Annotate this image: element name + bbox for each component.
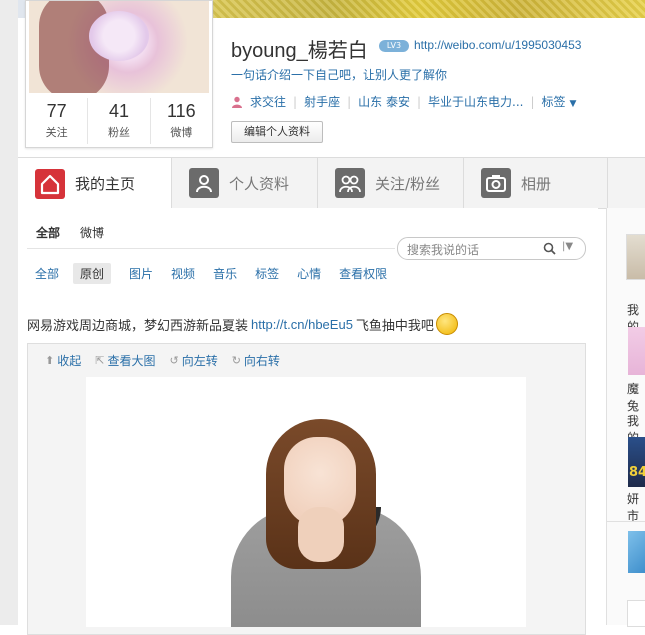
profile-tab-bar: 我的主页 个人资料 关注/粉丝 相册 [18, 157, 645, 209]
page-left-edge [0, 0, 18, 625]
rotate-left-label: 向左转 [181, 354, 218, 368]
stat-posts-count: 116 [166, 101, 196, 121]
stat-posts-label: 微博 [170, 126, 193, 139]
search-input[interactable]: 搜索我说的话 [407, 241, 479, 258]
stat-followers[interactable]: 41 粉丝 [88, 98, 151, 144]
sidebar-item-label[interactable]: 魔兔 [627, 380, 645, 414]
tab-personal-info[interactable]: 个人资料 [172, 158, 318, 208]
post-short-link[interactable]: http://t.cn/hbeEu5 [251, 317, 353, 332]
tab-follow-fans[interactable]: 关注/粉丝 [318, 158, 464, 208]
stat-following-label: 关注 [45, 126, 68, 139]
tags-dropdown[interactable]: 标签 ▼ [542, 93, 577, 110]
filter-music[interactable]: 音乐 [213, 265, 237, 282]
profile-url-link[interactable]: http://weibo.com/u/1995030453 [414, 38, 581, 52]
sidebar-divider [606, 208, 607, 625]
tab-my-homepage[interactable]: 我的主页 [18, 158, 172, 209]
info-zodiac[interactable]: 射手座 [304, 93, 340, 110]
collapse-button[interactable]: ⬆ 收起 [45, 352, 81, 369]
filter-original[interactable]: 原创 [73, 263, 112, 284]
info-relationship[interactable]: 求交往 [250, 93, 286, 110]
sidebar-divider [607, 521, 645, 522]
info-separator: | [293, 94, 298, 109]
tab-label: 个人资料 [229, 174, 290, 193]
stat-followers-count: 41 [108, 101, 129, 121]
rotate-right-button[interactable]: ↻ 向右转 [232, 352, 280, 369]
filter-mood[interactable]: 心情 [297, 265, 321, 282]
people-icon [335, 168, 365, 198]
post-text: 网易游戏周边商城，梦幻西游新品夏装 http://t.cn/hbeEu5 飞鱼抽… [27, 313, 458, 335]
filter-all[interactable]: 全部 [36, 224, 60, 241]
profile-card: 77 关注 41 粉丝 116 微博 [25, 0, 213, 148]
rotate-left-button[interactable]: ↺ 向左转 [169, 352, 217, 369]
tab-label: 相册 [521, 174, 552, 193]
feed-primary-filter: 全部 微博 [36, 224, 124, 241]
feed-secondary-filter: 全部 原创 图片 视频 音乐 标签 心情 查看权限 [35, 263, 405, 284]
view-large-button[interactable]: ⇱ 查看大图 [95, 352, 155, 369]
info-location[interactable]: 山东 泰安 [358, 93, 410, 110]
post-photo[interactable] [86, 377, 526, 627]
sidebar-thumbnail[interactable] [628, 327, 645, 375]
view-large-label: 查看大图 [107, 354, 156, 368]
sidebar-thumbnail[interactable] [628, 437, 645, 487]
level-badge[interactable]: LV3 [379, 40, 409, 52]
chevron-down-icon: ▼ [569, 99, 577, 109]
person-icon [189, 168, 219, 198]
info-separator: | [530, 94, 535, 109]
filter-videos[interactable]: 视频 [171, 265, 195, 282]
camera-icon [481, 168, 511, 198]
rotate-left-icon: ↺ [169, 354, 179, 367]
filter-tags[interactable]: 标签 [255, 265, 279, 282]
chevron-down-icon[interactable]: |▼ [562, 241, 573, 252]
edit-profile-button[interactable]: 编辑个人资料 [231, 121, 323, 143]
post-tail: 飞鱼抽中我吧 [355, 318, 434, 334]
sidebar-thumbnail[interactable] [628, 531, 645, 573]
info-separator: | [347, 94, 352, 109]
sidebar-box [627, 600, 645, 627]
filter-images[interactable]: 图片 [129, 265, 153, 282]
filter-weibo[interactable]: 微博 [80, 224, 104, 241]
search-icon[interactable] [543, 242, 556, 255]
external-link-icon: ⇱ [95, 354, 105, 367]
profile-info-row: 求交往 | 射手座 | 山东 泰安 | 毕业于山东电力... | 标签 ▼ [231, 93, 576, 110]
stat-followers-label: 粉丝 [107, 126, 130, 139]
profile-stats: 77 关注 41 粉丝 116 微博 [26, 98, 212, 144]
profile-intro-link[interactable]: 一句话介绍一下自己吧，让别人更了解你 [231, 66, 447, 83]
post-body: 网易游戏周边商城，梦幻西游新品夏装 [27, 318, 249, 334]
filter-divider [27, 248, 395, 249]
search-box[interactable]: 搜索我说的话 |▼ [397, 237, 586, 260]
tab-label: 关注/粉丝 [375, 174, 441, 193]
photo-figure-hands [298, 507, 344, 562]
stat-posts[interactable]: 116 微博 [151, 98, 212, 144]
avatar[interactable] [29, 1, 209, 93]
media-toolbar: ⬆ 收起 ⇱ 查看大图 ↺ 向左转 ↻ 向右转 [45, 352, 294, 369]
emoji-icon [435, 313, 458, 335]
info-education[interactable]: 毕业于山东电力... [428, 93, 523, 110]
sidebar-item-label[interactable]: 妍市 [627, 490, 645, 524]
home-icon [35, 168, 65, 199]
tab-album[interactable]: 相册 [464, 158, 608, 208]
tab-label: 我的主页 [75, 175, 136, 193]
user-name: byoung_楊若白 [231, 40, 368, 62]
tags-label: 标签 [541, 95, 566, 109]
person-icon [232, 96, 242, 108]
rotate-right-icon: ↻ [231, 354, 241, 367]
stat-following[interactable]: 77 关注 [26, 98, 89, 144]
sidebar-avatar[interactable] [626, 234, 645, 280]
filter-permissions[interactable]: 查看权限 [339, 265, 387, 282]
filter-all-types[interactable]: 全部 [35, 265, 59, 282]
arrow-up-icon: ⬆ [45, 354, 55, 367]
rotate-right-label: 向右转 [243, 354, 280, 368]
collapse-label: 收起 [57, 354, 82, 368]
info-separator: | [416, 94, 421, 109]
stat-following-count: 77 [46, 101, 67, 121]
